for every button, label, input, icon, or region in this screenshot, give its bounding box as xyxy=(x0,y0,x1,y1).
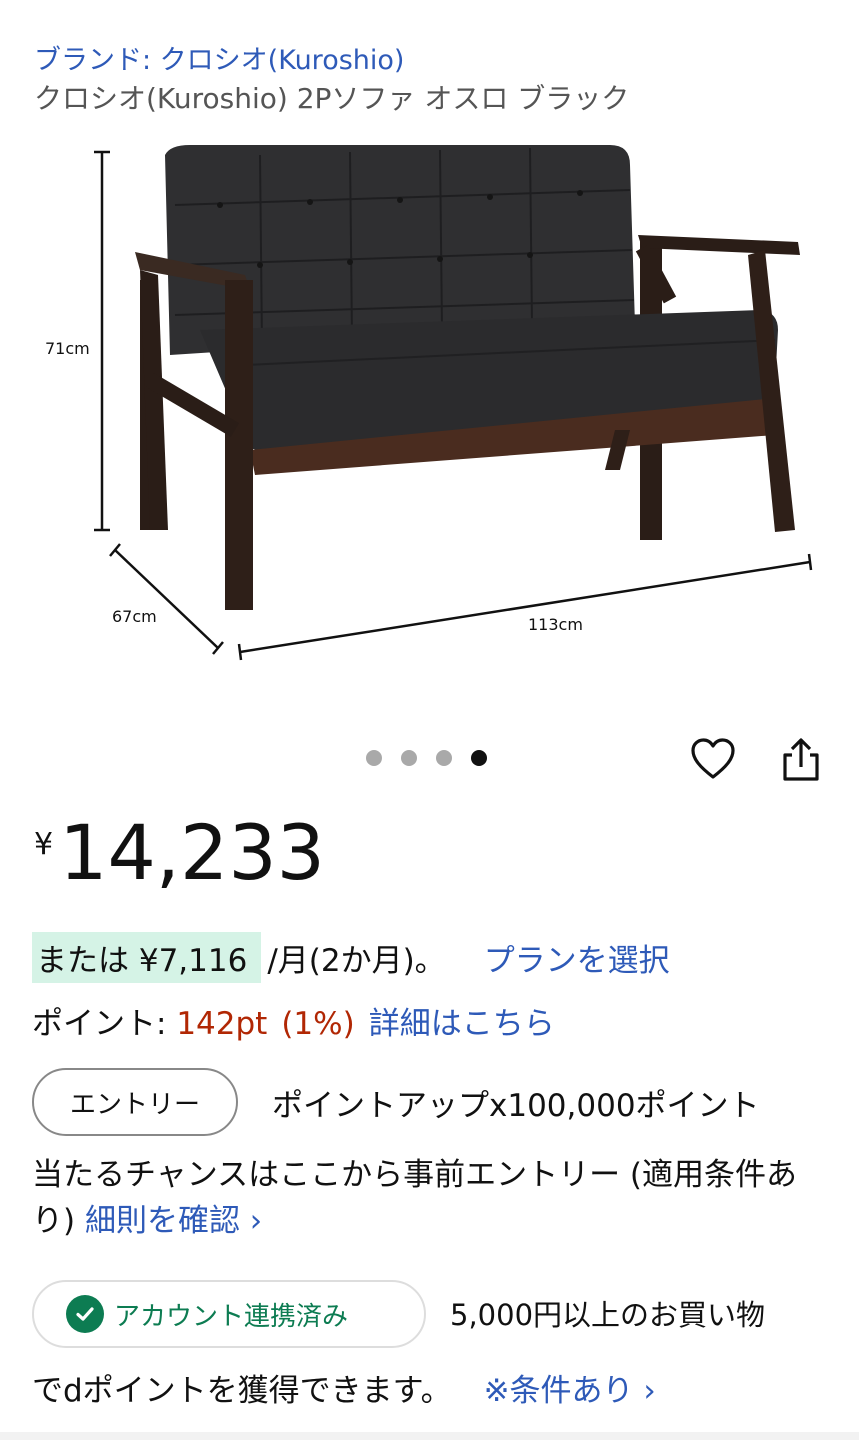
price-amount: 14,233 xyxy=(59,808,326,897)
account-linked-label: アカウント連携済み xyxy=(114,1301,349,1332)
sofa-illustration: 71cm 67cm 113cm xyxy=(45,145,813,661)
product-image[interactable]: 71cm 67cm 113cm xyxy=(30,130,830,690)
points-percent: (1%) xyxy=(281,1006,355,1042)
divider xyxy=(0,1432,859,1440)
share-icon xyxy=(783,738,819,781)
share-button[interactable] xyxy=(780,737,822,783)
depth-dimension-label: 67cm xyxy=(112,607,157,626)
price: ¥ 14,233 xyxy=(34,815,325,891)
wishlist-button[interactable] xyxy=(690,737,736,781)
points-row: ポイント: 142pt (1%) 詳細はこちら xyxy=(32,998,555,1043)
points-label: ポイント: xyxy=(32,1006,177,1042)
price-currency: ¥ xyxy=(34,827,54,862)
rules-link[interactable]: 細則を確認 › xyxy=(85,1203,262,1239)
entry-button[interactable]: エントリー xyxy=(32,1068,238,1136)
image-carousel-indicator[interactable] xyxy=(366,750,487,766)
heart-icon xyxy=(691,738,735,779)
account-description: でdポイントを獲得できます。 ※条件あり › xyxy=(32,1365,656,1410)
installment-price: または ¥7,116 xyxy=(32,932,262,983)
check-icon xyxy=(66,1295,104,1333)
product-title: クロシオ(Kuroshio) 2Pソファ オスロ ブラック xyxy=(34,82,630,115)
select-plan-link[interactable]: プランを選択 xyxy=(484,935,670,980)
points-value: 142pt xyxy=(176,1006,268,1042)
carousel-dot-active[interactable] xyxy=(471,750,487,766)
height-dimension-label: 71cm xyxy=(45,339,90,358)
entry-description: 当たるチャンスはここから事前エントリー (適用条件あり) 細則を確認 › xyxy=(32,1152,832,1244)
installment-row: または ¥7,116 /月(2か月)。 プランを選択 xyxy=(32,932,670,983)
account-linked-badge[interactable]: アカウント連携済み xyxy=(32,1280,426,1348)
account-body-text: でdポイントを獲得できます。 xyxy=(32,1373,452,1409)
carousel-dot[interactable] xyxy=(366,750,382,766)
points-detail-link[interactable]: 詳細はこちら xyxy=(369,1006,555,1042)
installment-period: /月(2か月)。 xyxy=(267,943,446,979)
account-headline: 5,000円以上のお買い物 xyxy=(450,1298,766,1332)
carousel-dot[interactable] xyxy=(436,750,452,766)
brand-link[interactable]: ブランド: クロシオ(Kuroshio) xyxy=(34,38,404,77)
entry-headline: ポイントアップx100,000ポイント xyxy=(272,1088,760,1124)
carousel-dot[interactable] xyxy=(401,750,417,766)
width-dimension-label: 113cm xyxy=(528,615,583,634)
conditions-link[interactable]: ※条件あり › xyxy=(484,1373,656,1409)
